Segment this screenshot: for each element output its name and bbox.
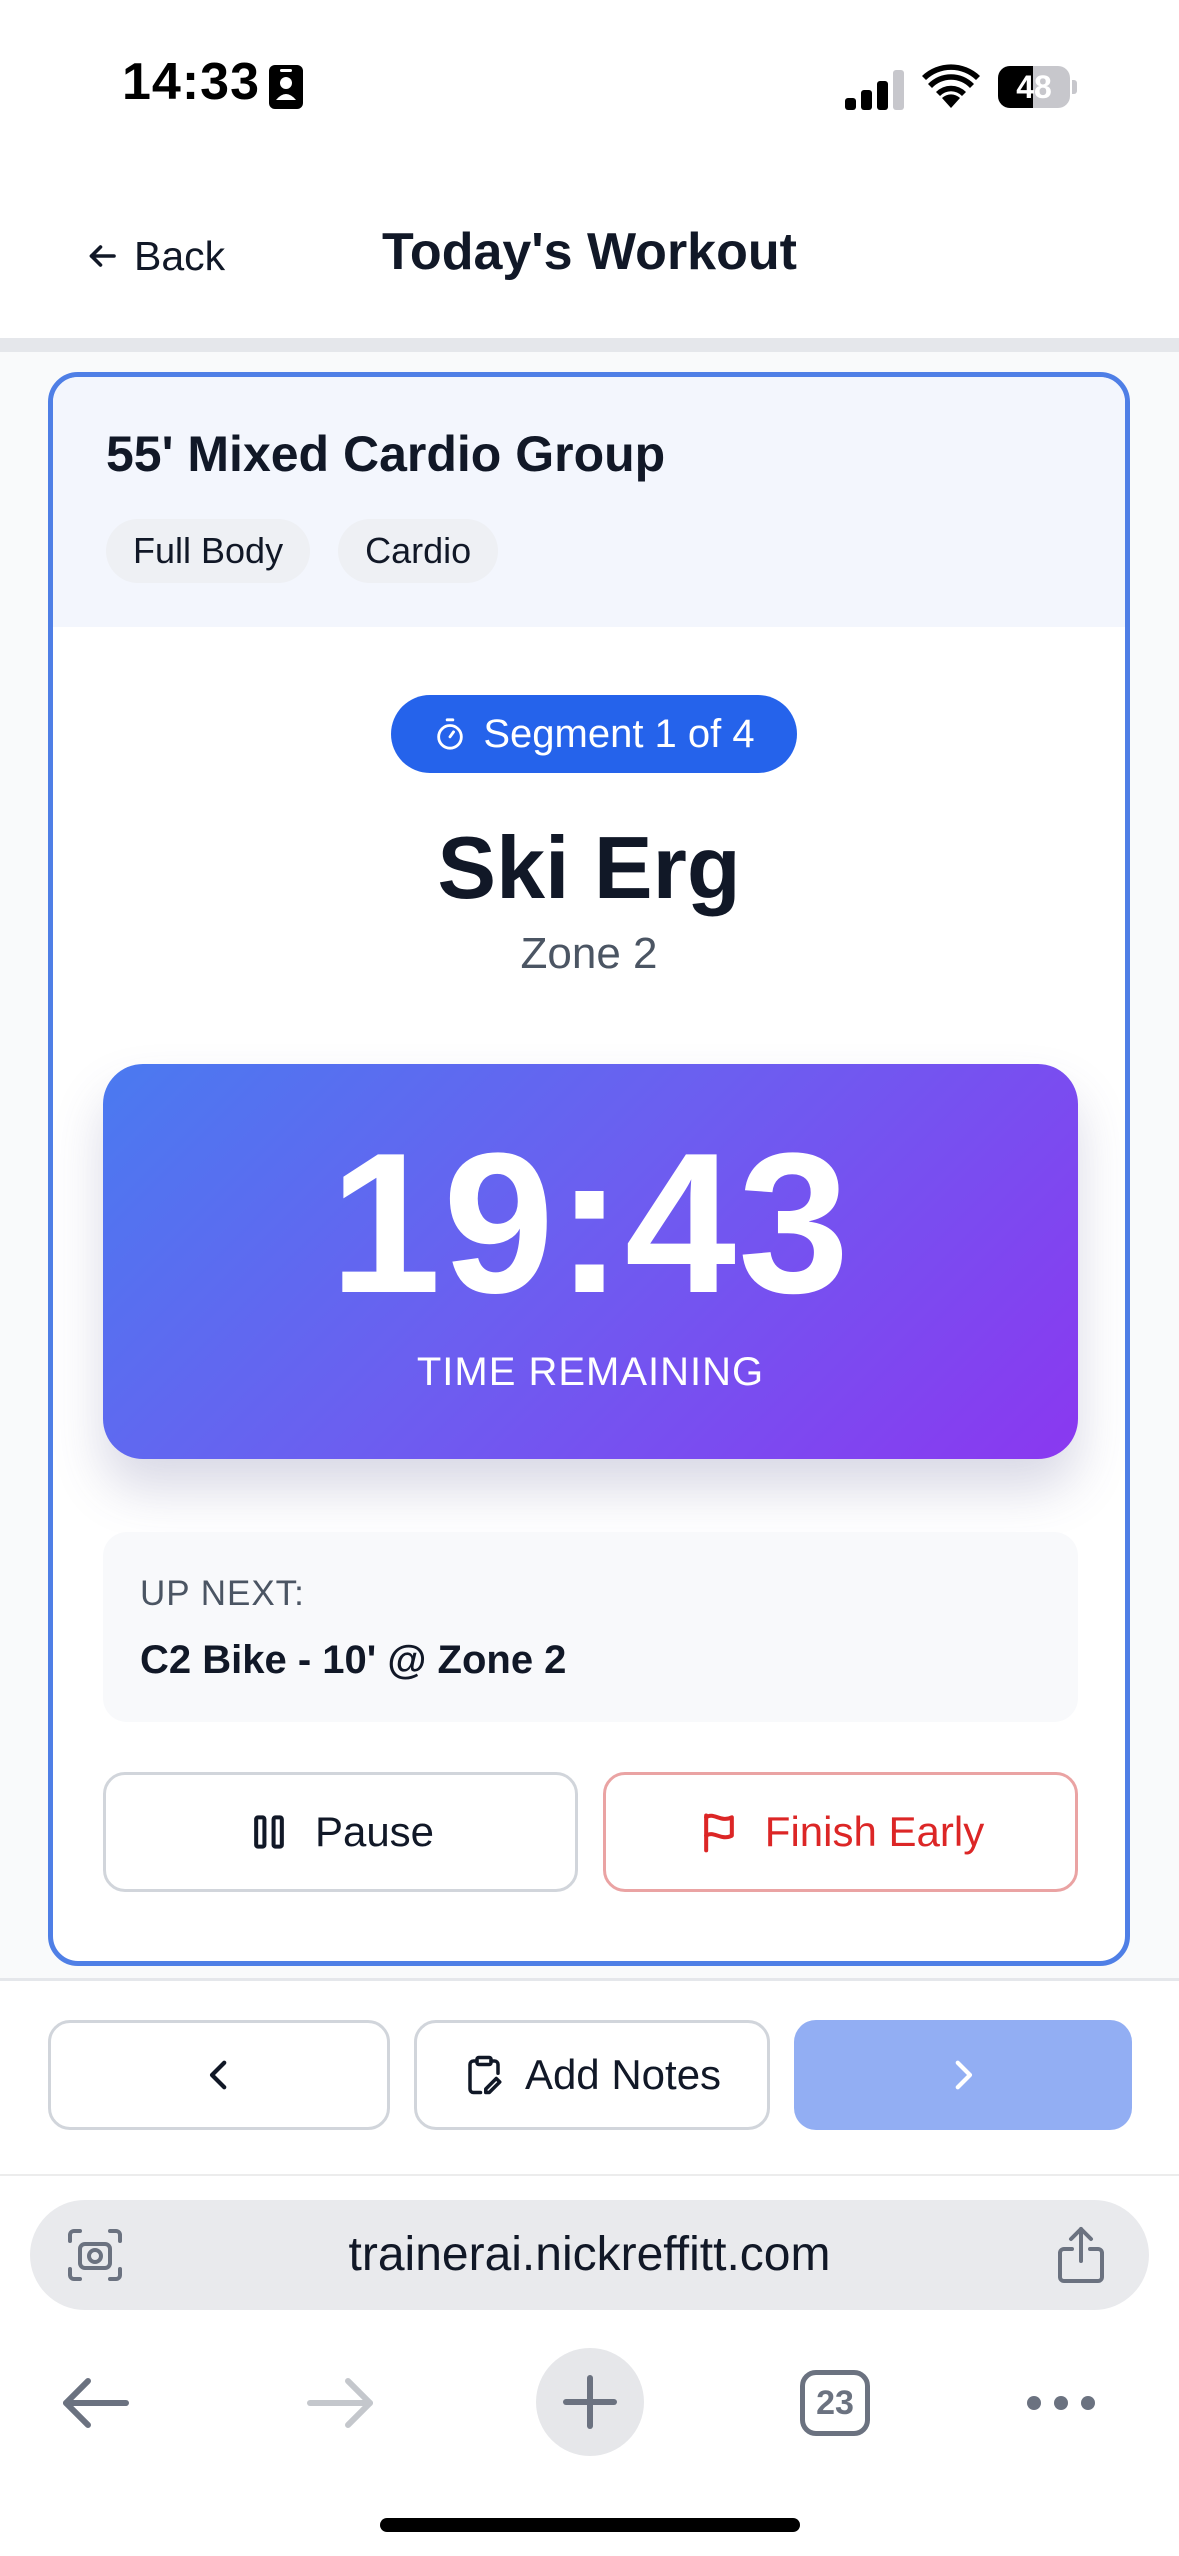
timer-card: 19:43 TIME REMAINING <box>103 1064 1078 1459</box>
up-next-panel: UP NEXT: C2 Bike - 10' @ Zone 2 <box>103 1532 1078 1722</box>
wifi-icon <box>922 64 980 108</box>
new-tab-button[interactable] <box>536 2348 644 2456</box>
plus-icon <box>563 2375 617 2429</box>
workout-card: 55' Mixed Cardio Group Full Body Cardio … <box>48 372 1130 1966</box>
workout-toolbar: Add Notes <box>0 1978 1179 2174</box>
home-indicator <box>380 2518 800 2532</box>
status-time: 14:33 <box>122 53 260 111</box>
arrow-left-icon <box>63 2378 129 2428</box>
tabs-icon: 23 <box>800 2370 870 2436</box>
next-segment-button[interactable] <box>794 2020 1132 2130</box>
timer-value: 19:43 <box>329 1112 852 1335</box>
more-icon <box>1027 2396 1095 2410</box>
tabs-button[interactable]: 23 <box>790 2348 880 2458</box>
timer-label: TIME REMAINING <box>416 1350 765 1394</box>
chevron-right-icon <box>955 2060 973 2090</box>
up-next-label: UP NEXT: <box>140 1574 305 1613</box>
add-notes-label: Add Notes <box>524 2051 722 2098</box>
arrow-right-icon <box>307 2378 373 2428</box>
battery-percent: 48 <box>1016 69 1052 105</box>
chevron-left-icon <box>209 2060 227 2090</box>
exercise-zone: Zone 2 <box>520 929 658 978</box>
address-bar[interactable]: trainerai.nickreffitt.com <box>30 2200 1149 2310</box>
browser-forward-button[interactable] <box>296 2348 386 2458</box>
workout-card-header: 55' Mixed Cardio Group Full Body Cardio <box>53 377 1125 627</box>
page-header: Back Today's Workout <box>0 170 1179 338</box>
previous-segment-button[interactable] <box>48 2020 390 2130</box>
stopwatch-icon <box>437 718 464 750</box>
content-area: 55' Mixed Cardio Group Full Body Cardio … <box>0 352 1179 1978</box>
clipboard-edit-icon <box>468 2055 502 2095</box>
status-bar: 14:33 48 <box>0 0 1179 170</box>
person-card-icon <box>269 65 303 109</box>
cellular-signal-icon <box>845 70 904 110</box>
workout-title: 55' Mixed Cardio Group <box>106 426 666 482</box>
segment-badge: Segment 1 of 4 <box>391 695 797 773</box>
workout-tags: Full Body Cardio <box>106 519 499 583</box>
add-notes-button[interactable]: Add Notes <box>414 2020 770 2130</box>
pause-icon <box>254 1815 284 1849</box>
browser-back-button[interactable] <box>50 2348 140 2458</box>
battery-indicator: 48 <box>998 66 1078 108</box>
page-title: Today's Workout <box>382 223 797 281</box>
tag-cardio: Cardio <box>338 519 499 583</box>
share-icon[interactable] <box>1052 2225 1110 2285</box>
finish-label: Finish Early <box>764 1808 985 1855</box>
tag-full-body: Full Body <box>106 519 311 583</box>
pause-label: Pause <box>314 1808 435 1855</box>
segment-label: Segment 1 of 4 <box>483 711 755 756</box>
browser-bar: trainerai.nickreffitt.com 23 <box>0 2174 1179 2556</box>
exercise-name: Ski Erg <box>437 818 741 917</box>
up-next-value: C2 Bike - 10' @ Zone 2 <box>140 1638 567 1682</box>
finish-early-button[interactable]: Finish Early <box>603 1772 1078 1892</box>
url-text: trainerai.nickreffitt.com <box>348 2228 831 2281</box>
pause-button[interactable]: Pause <box>103 1772 578 1892</box>
more-button[interactable] <box>1016 2348 1106 2458</box>
browser-nav: 23 <box>0 2348 1179 2468</box>
header-divider <box>0 338 1179 352</box>
flag-icon <box>703 1813 734 1853</box>
